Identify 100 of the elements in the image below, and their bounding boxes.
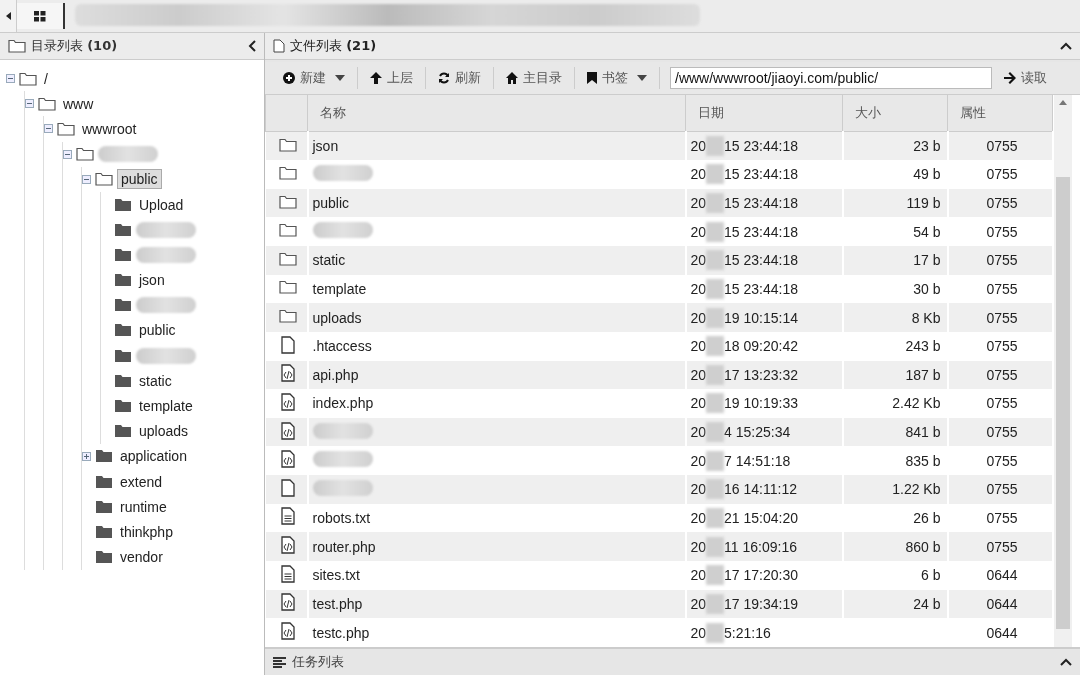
tree-item[interactable]: www: [60, 94, 97, 113]
tree-item[interactable]: application: [117, 447, 190, 466]
collapse-toggle-icon[interactable]: [44, 124, 53, 134]
redaction-block: [706, 136, 725, 157]
code-file-icon: [281, 622, 295, 641]
tree-item[interactable]: json: [136, 271, 168, 290]
date-end: 17 13:23:32: [724, 366, 799, 383]
collapse-toggle-icon[interactable]: [6, 74, 15, 84]
file-name[interactable]: json: [312, 138, 339, 155]
column-header[interactable]: 名称: [307, 95, 686, 132]
file-name[interactable]: static: [312, 252, 346, 269]
read-button[interactable]: 读取: [998, 68, 1053, 88]
file-name[interactable]: index.php: [312, 395, 374, 412]
file-size: 835 b: [905, 452, 941, 469]
redaction-block: [706, 164, 725, 185]
file-name[interactable]: test.php: [312, 595, 363, 612]
tree-item[interactable]: /: [41, 69, 51, 88]
code-file-icon: [281, 536, 295, 555]
date-start: 20: [690, 309, 707, 326]
text-file-icon: [281, 507, 295, 526]
file-name[interactable]: uploads: [312, 309, 362, 326]
scrollbar[interactable]: [1053, 95, 1072, 647]
file-size: 119 b: [906, 195, 941, 212]
scroll-left-icon[interactable]: [5, 12, 11, 20]
collapse-toggle-icon[interactable]: [25, 99, 34, 109]
redaction-block: [706, 221, 725, 242]
file-name[interactable]: sites.txt: [312, 567, 360, 584]
file-permissions: 0755: [986, 223, 1018, 240]
file-size: 2.42 Kb: [892, 395, 941, 412]
date-start: 20: [690, 624, 707, 641]
redaction-block: [312, 422, 373, 439]
date-end: 15 23:44:18: [724, 195, 799, 212]
redaction-block: [706, 479, 725, 500]
file-name[interactable]: robots.txt: [312, 509, 371, 526]
up-arrow-icon: [370, 72, 382, 84]
date-end: 15 23:44:18: [724, 252, 799, 269]
tree-item[interactable]: thinkphp: [117, 522, 176, 541]
collapse-up-icon[interactable]: [1060, 658, 1072, 666]
open-folder-icon: [19, 71, 37, 86]
grid-icon[interactable]: [34, 10, 46, 22]
file-permissions: 0755: [986, 395, 1018, 412]
tree-item[interactable]: template: [136, 397, 196, 416]
tree-item[interactable]: public: [117, 169, 162, 190]
scroll-up-icon[interactable]: [1058, 100, 1067, 105]
redaction-block: [706, 422, 725, 443]
path-field[interactable]: /www/wwwroot/jiaoyi.com/public/: [670, 67, 992, 89]
folder-icon: [8, 39, 26, 53]
file-size: 8 Kb: [911, 309, 941, 326]
toolbar-button[interactable]: 新建: [271, 67, 358, 89]
tree-item[interactable]: uploads: [136, 422, 192, 441]
panel-title: 文件列表 (21): [290, 37, 377, 55]
toolbar-button[interactable]: 上层: [358, 67, 426, 89]
folder-icon: [114, 399, 132, 414]
collapse-left-icon[interactable]: [248, 40, 256, 52]
collapse-toggle-icon[interactable]: [82, 174, 91, 184]
file-name[interactable]: testc.php: [312, 624, 370, 641]
toolbar-button[interactable]: 刷新: [426, 67, 494, 89]
date-end: 15 23:44:18: [724, 280, 799, 297]
date-start: 20: [690, 366, 707, 383]
file-size: 243 b: [905, 338, 941, 355]
column-header[interactable]: 属性: [947, 95, 1053, 132]
column-header[interactable]: 大小: [842, 95, 948, 132]
file-permissions: 0755: [986, 538, 1018, 555]
file-permissions: 0755: [986, 309, 1018, 326]
date-start: 20: [690, 424, 707, 441]
file-permissions: 0755: [986, 424, 1018, 441]
file-name[interactable]: .htaccess: [312, 338, 372, 355]
expand-toggle-icon[interactable]: [82, 451, 91, 461]
file-name[interactable]: template: [312, 280, 367, 297]
folder-icon: [114, 222, 132, 237]
folder-icon: [279, 137, 297, 152]
redaction-block: [706, 536, 725, 557]
tree-item[interactable]: runtime: [117, 497, 170, 516]
tree-item[interactable]: vendor: [117, 548, 166, 567]
tree-item[interactable]: static: [136, 371, 175, 390]
tree-item[interactable]: wwwroot: [79, 119, 140, 138]
collapse-up-icon[interactable]: [1060, 42, 1072, 50]
redaction-block: [312, 222, 373, 239]
redaction-block: [706, 593, 725, 614]
file-permissions: 0755: [986, 252, 1018, 269]
tree-item[interactable]: extend: [117, 472, 166, 491]
date-end: 4 15:25:34: [724, 424, 791, 441]
date-start: 20: [690, 567, 707, 584]
collapse-toggle-icon[interactable]: [63, 149, 72, 159]
folder-icon: [279, 165, 297, 180]
file-icon: [281, 478, 295, 497]
toolbar-button[interactable]: 主目录: [494, 67, 575, 89]
redaction-block: [706, 193, 725, 214]
tree-item[interactable]: public: [136, 321, 179, 340]
redaction-block: [706, 307, 725, 328]
tree-item[interactable]: Upload: [136, 195, 187, 214]
date-start: 20: [690, 395, 707, 412]
file-name[interactable]: api.php: [312, 366, 359, 383]
code-file-icon: [281, 450, 295, 469]
date-end: 19 10:19:33: [724, 395, 799, 412]
toolbar-button[interactable]: 书签: [575, 67, 660, 89]
file-name[interactable]: public: [312, 195, 350, 212]
file-name[interactable]: router.php: [312, 538, 376, 555]
redaction-block: [706, 393, 725, 414]
column-header[interactable]: 日期: [685, 95, 843, 132]
